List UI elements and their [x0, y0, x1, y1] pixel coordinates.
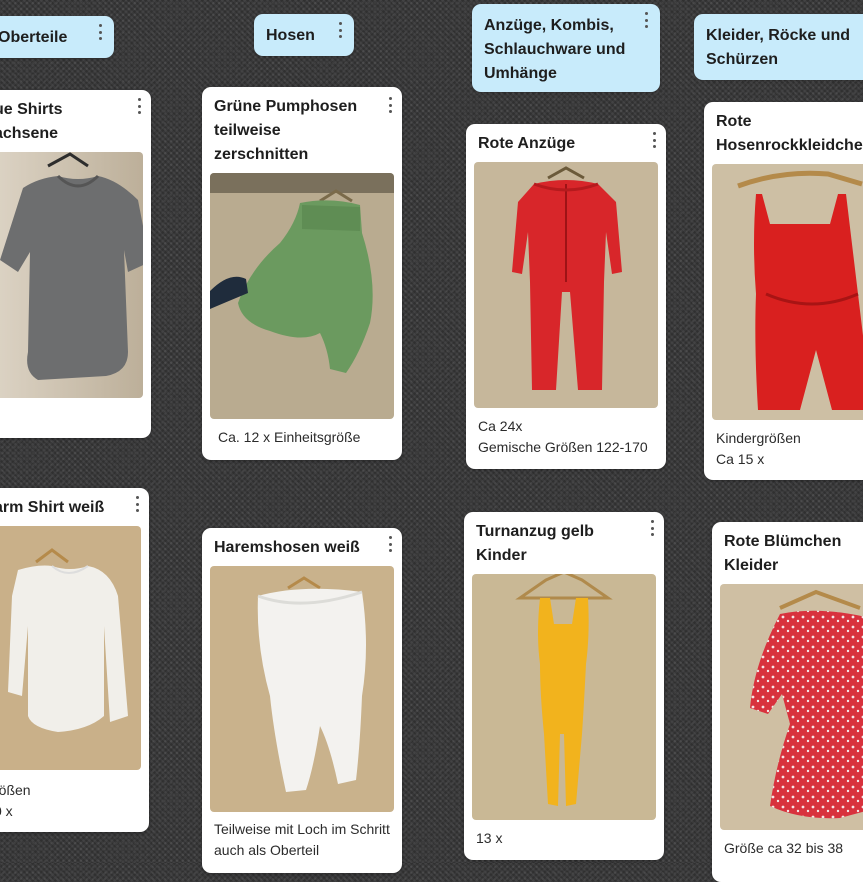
column-title: Anzüge, Kombis, Schlauchware und Umhänge — [484, 17, 626, 82]
photo-yellow-leotard[interactable] — [472, 574, 656, 820]
more-vertical-icon[interactable] — [648, 132, 660, 148]
card-title: arm Shirt weiß — [0, 499, 105, 516]
card-turnanzug-gelb[interactable]: Turnanzug gelb Kinder 13 x — [464, 512, 664, 860]
card-pumphosen-gruen[interactable]: Grüne Pumphosen teilweise zerschnitten C… — [202, 87, 402, 460]
card-note: Ca 24x Gemische Größen 122-170 — [478, 418, 648, 455]
card-title: Rote Blümchen Kleider — [724, 533, 842, 574]
card-note: rößen 0 x — [0, 782, 31, 819]
column-title: Kleider, Röcke und Schürzen — [706, 27, 851, 68]
card-haremshosen-weiss[interactable]: Haremshosen weiß Teilweise mit Loch im S… — [202, 528, 402, 873]
card-note: Größe ca 32 bis 38 — [724, 840, 844, 856]
more-vertical-icon[interactable] — [131, 496, 143, 512]
card-shirts-grau[interactable]: ue Shirts achsene — [0, 90, 151, 438]
column-header-kleider[interactable]: Kleider, Röcke und Schürzen — [694, 14, 863, 80]
card-note: Ca. 12 x Einheitsgröße — [218, 429, 361, 445]
card-title: Rote Anzüge — [478, 135, 576, 152]
card-note: Teilweise mit Loch im Schritt auch als O… — [214, 821, 390, 858]
card-title: Turnanzug gelb Kinder — [476, 523, 594, 564]
photo-red-romper[interactable] — [712, 164, 863, 420]
card-note: Kindergrößen Ca 15 x — [716, 430, 801, 467]
card-title: Haremshosen weiß — [214, 539, 360, 556]
photo-floral-dress[interactable] — [720, 584, 863, 830]
card-rote-anzuege[interactable]: Rote Anzüge Ca 24x Gemische Größen 122-1… — [466, 124, 666, 469]
photo-white-longsleeve[interactable] — [0, 526, 141, 770]
card-title: ue Shirts achsene — [0, 101, 63, 142]
more-vertical-icon[interactable] — [384, 536, 396, 552]
photo-green-pants[interactable] — [210, 173, 394, 419]
card-note: 13 x — [476, 830, 503, 846]
more-vertical-icon[interactable] — [133, 98, 145, 114]
column-title: Hosen — [266, 27, 315, 44]
more-vertical-icon[interactable] — [384, 97, 396, 113]
card-bluemchen-kleider-rot[interactable]: Rote Blümchen Kleider Größe ca 32 bis 38 — [712, 522, 863, 882]
column-header-anzuege[interactable]: Anzüge, Kombis, Schlauchware und Umhänge — [472, 4, 660, 92]
photo-red-overalls[interactable] — [474, 162, 658, 408]
photo-white-harem-pants[interactable] — [210, 566, 394, 812]
more-vertical-icon[interactable] — [94, 24, 106, 40]
card-shirt-weiss[interactable]: arm Shirt weiß rößen 0 x — [0, 488, 149, 832]
column-header-oberteile[interactable]: Oberteile — [0, 16, 114, 58]
card-hosenrockkleidchen-rot[interactable]: Rote Hosenrockkleidchen Kindergrößen Ca … — [704, 102, 863, 480]
column-title: Oberteile — [0, 29, 68, 46]
column-header-hosen[interactable]: Hosen — [254, 14, 354, 56]
more-vertical-icon[interactable] — [640, 12, 652, 28]
card-title: Grüne Pumphosen teilweise zerschnitten — [214, 98, 358, 163]
more-vertical-icon[interactable] — [646, 520, 658, 536]
card-title: Rote Hosenrockkleidchen — [716, 113, 863, 154]
photo-grey-tshirt[interactable] — [0, 152, 143, 398]
more-vertical-icon[interactable] — [334, 22, 346, 38]
